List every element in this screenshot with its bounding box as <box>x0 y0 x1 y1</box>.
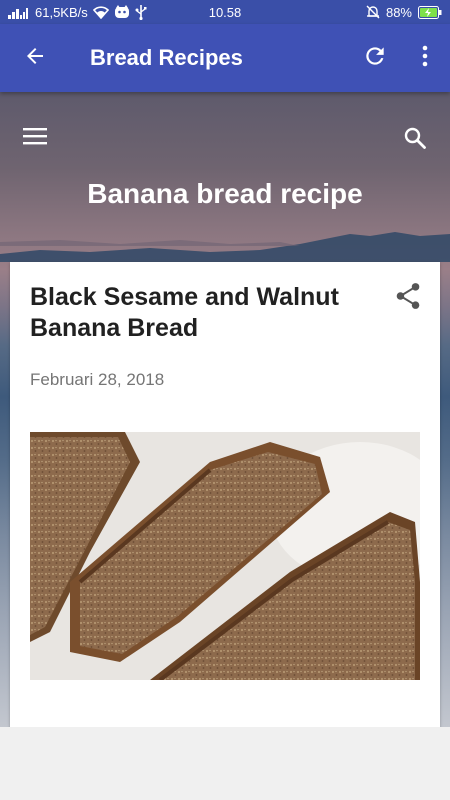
menu-button[interactable] <box>15 118 55 158</box>
search-icon <box>403 126 427 155</box>
battery-charging-icon <box>418 5 442 19</box>
notification-icon <box>114 5 130 19</box>
app-title: Bread Recipes <box>90 45 243 70</box>
refresh-icon <box>362 43 388 74</box>
back-arrow-icon <box>23 44 47 73</box>
battery-percent: 88% <box>385 4 412 20</box>
post-card: Black Sesame and Walnut Banana Bread Feb… <box>10 262 440 732</box>
wifi-icon <box>92 5 109 19</box>
share-button[interactable] <box>392 282 424 314</box>
alarm-off-icon <box>366 5 380 19</box>
usb-icon <box>135 4 147 20</box>
post-image[interactable] <box>30 432 420 680</box>
header-background-image <box>0 232 450 262</box>
app-bar: Bread Recipes <box>0 24 450 92</box>
share-icon <box>395 282 421 315</box>
clock: 10.58 <box>208 4 242 20</box>
status-bar: 61,5KB/s 10.58 88% <box>0 0 450 24</box>
network-speed: 61,5KB/s <box>35 4 88 20</box>
signal-icon <box>8 5 30 19</box>
overflow-menu-button[interactable] <box>400 24 450 92</box>
more-vert-icon <box>421 44 429 73</box>
blog-title[interactable]: Banana bread recipe <box>0 178 450 210</box>
search-button[interactable] <box>395 120 435 160</box>
post-date: Februari 28, 2018 <box>30 370 165 389</box>
page-footer-area <box>0 727 450 800</box>
post-title[interactable]: Black Sesame and Walnut Banana Bread <box>30 282 370 344</box>
menu-icon <box>23 127 47 150</box>
back-button[interactable] <box>0 24 70 92</box>
refresh-button[interactable] <box>350 24 400 92</box>
